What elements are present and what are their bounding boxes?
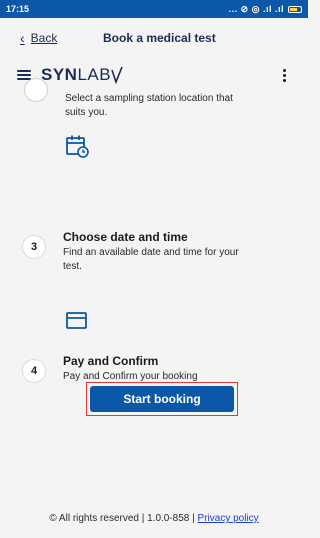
- top-header: ‹ Back Book a medical test: [0, 18, 308, 58]
- step-title: Pay and Confirm: [63, 354, 159, 368]
- step-title: Choose date and time: [63, 230, 188, 244]
- more-options-icon[interactable]: [280, 68, 288, 82]
- step-4: 4 Pay and Confirm Pay and Confirm your b…: [22, 354, 253, 384]
- status-icons: ... ⊘ ◎ .ıl .ıl: [229, 4, 302, 15]
- footer-text: © All rights reserved | 1.0.0-858 |: [49, 513, 198, 524]
- status-icons-text: ... ⊘ ◎ .ıl .ıl: [228, 3, 284, 14]
- step-2-description: Select a sampling station location that …: [65, 93, 233, 118]
- step-3: 3 Choose date and time Find an available…: [22, 230, 253, 274]
- battery-icon: [288, 5, 302, 13]
- step-description: Find an available date and time for your…: [63, 247, 239, 272]
- step-number-circle: [24, 78, 48, 102]
- synlab-logo: SYN LAB: [41, 65, 123, 85]
- back-label: Back: [30, 31, 58, 45]
- privacy-policy-link[interactable]: Privacy policy: [198, 513, 259, 524]
- step-number: 3: [22, 235, 46, 259]
- logo-mark-icon: [111, 66, 123, 84]
- card-icon: [65, 311, 89, 336]
- menu-icon[interactable]: [17, 70, 31, 80]
- status-bar: 17:15 ... ⊘ ◎ .ıl .ıl: [0, 0, 308, 18]
- page-title: Book a medical test: [103, 31, 216, 45]
- calendar-icon: [65, 134, 89, 163]
- back-button[interactable]: ‹ Back: [20, 31, 57, 45]
- start-booking-highlight: Start booking: [86, 382, 238, 416]
- start-booking-button[interactable]: Start booking: [90, 386, 234, 412]
- footer: © All rights reserved | 1.0.0-858 | Priv…: [0, 513, 308, 524]
- status-time: 17:15: [6, 4, 30, 14]
- step-number: 4: [22, 359, 46, 383]
- chevron-left-icon: ‹: [20, 30, 25, 46]
